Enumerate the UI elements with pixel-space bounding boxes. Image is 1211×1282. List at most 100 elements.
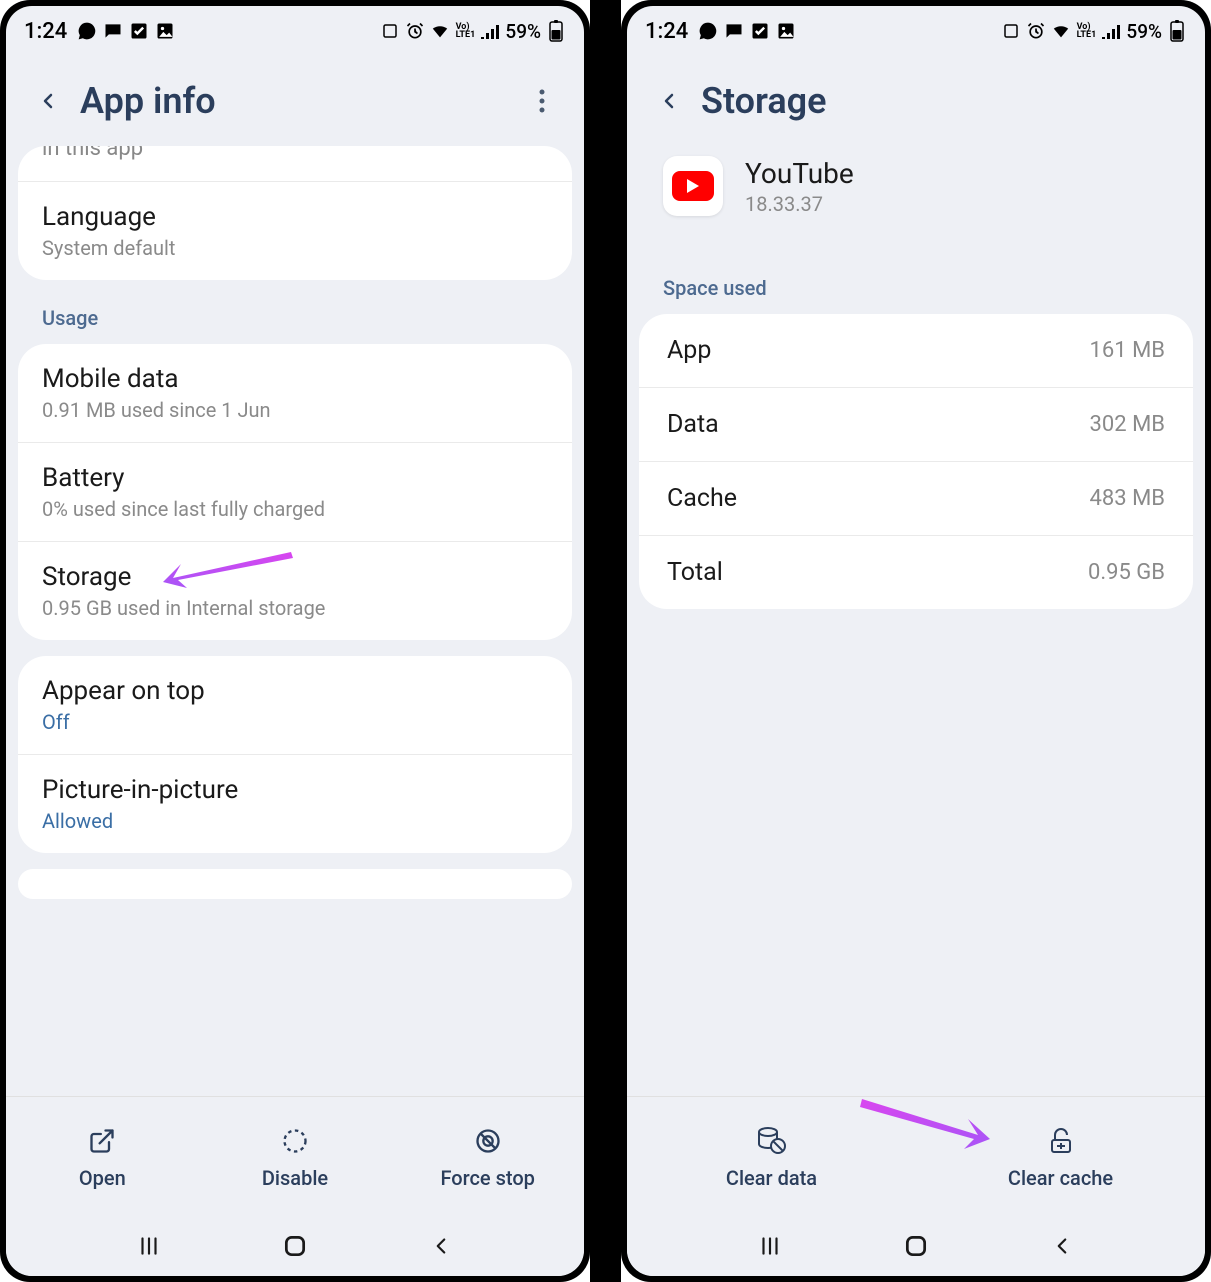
back-button[interactable] xyxy=(647,79,691,123)
row-val: 161 MB xyxy=(1090,338,1165,363)
wifi-icon xyxy=(1051,21,1071,41)
phone-right: 1:24 Vo)LTE1 59% xyxy=(621,0,1211,1282)
row-data: Data 302 MB xyxy=(639,387,1193,461)
status-bar: 1:24 Vo)LTE1 59% xyxy=(627,6,1205,56)
section-usage: Usage xyxy=(18,296,572,344)
battery-percent: 59% xyxy=(1126,20,1162,43)
chat-icon xyxy=(103,21,123,41)
page-title: App info xyxy=(80,80,216,122)
signal-icon xyxy=(1101,21,1121,41)
nav-bar xyxy=(627,1216,1205,1276)
nav-home[interactable] xyxy=(282,1233,308,1259)
item-title: Appear on top xyxy=(42,676,548,706)
back-button[interactable] xyxy=(26,79,70,123)
battery-icon xyxy=(1167,21,1187,41)
card-top: in this app Language System default xyxy=(18,146,572,280)
item-battery[interactable]: Battery 0% used since last fully charged xyxy=(18,442,572,541)
btn-label: Disable xyxy=(262,1166,328,1190)
status-time: 1:24 xyxy=(645,19,688,44)
pointer-arrow-icon xyxy=(860,1097,990,1152)
volte-icon: Vo)LTE1 xyxy=(1076,21,1096,41)
battery-icon xyxy=(546,21,566,41)
whatsapp-icon xyxy=(698,21,718,41)
btn-label: Clear data xyxy=(726,1166,817,1190)
space-list: App 161 MB Data 302 MB Cache 483 MB Tota… xyxy=(639,314,1193,609)
row-label: Data xyxy=(667,410,719,439)
item-storage[interactable]: Storage 0.95 GB used in Internal storage xyxy=(18,541,572,640)
row-val: 0.95 GB xyxy=(1088,560,1165,585)
item-title: Battery xyxy=(42,463,548,493)
item-mobile-data[interactable]: Mobile data 0.91 MB used since 1 Jun xyxy=(18,344,572,442)
row-label: App xyxy=(667,336,711,365)
more-button[interactable] xyxy=(520,79,564,123)
btn-label: Open xyxy=(79,1166,126,1190)
btn-label: Force stop xyxy=(440,1166,534,1190)
nfc-icon xyxy=(380,21,400,41)
item-appear-on-top[interactable]: Appear on top Off xyxy=(18,656,572,754)
row-val: 483 MB xyxy=(1090,486,1165,511)
card-usage: Mobile data 0.91 MB used since 1 Jun Bat… xyxy=(18,344,572,640)
nav-recents[interactable] xyxy=(757,1233,783,1259)
item-sub: Off xyxy=(42,710,548,734)
row-app: App 161 MB xyxy=(639,314,1193,387)
alarm-icon xyxy=(1026,21,1046,41)
section-space: Space used xyxy=(639,266,1193,314)
volte-icon: Vo)LTE1 xyxy=(455,21,475,41)
app-version: 18.33.37 xyxy=(745,192,854,216)
stop-icon xyxy=(474,1124,502,1158)
status-bar: 1:24 Vo)LTE1 59% xyxy=(6,6,584,56)
item-language[interactable]: Language System default xyxy=(18,181,572,280)
row-label: Total xyxy=(667,558,723,587)
item-sub: System default xyxy=(42,236,548,260)
chat-icon xyxy=(724,21,744,41)
nav-bar xyxy=(6,1216,584,1276)
row-cache: Cache 483 MB xyxy=(639,461,1193,535)
force-stop-button[interactable]: Force stop xyxy=(391,1097,584,1216)
battery-percent: 59% xyxy=(505,20,541,43)
page-title: Storage xyxy=(701,80,827,122)
nfc-icon xyxy=(1001,21,1021,41)
card-advanced: Appear on top Off Picture-in-picture All… xyxy=(18,656,572,853)
btn-label: Clear cache xyxy=(1008,1166,1113,1190)
app-name: YouTube xyxy=(745,157,854,190)
item-title: Mobile data xyxy=(42,364,548,394)
item-sub: 0.91 MB used since 1 Jun xyxy=(42,398,548,422)
gallery-icon xyxy=(776,21,796,41)
nav-back[interactable] xyxy=(428,1233,454,1259)
alarm-icon xyxy=(405,21,425,41)
item-sub: 0% used since last fully charged xyxy=(42,497,548,521)
whatsapp-icon xyxy=(77,21,97,41)
open-icon xyxy=(88,1124,116,1158)
status-time: 1:24 xyxy=(24,19,67,44)
check-icon xyxy=(750,21,770,41)
item-pip[interactable]: Picture-in-picture Allowed xyxy=(18,754,572,853)
item-title: Storage xyxy=(42,562,548,592)
item-sub: 0.95 GB used in Internal storage xyxy=(42,596,548,620)
nav-recents[interactable] xyxy=(136,1233,162,1259)
row-total: Total 0.95 GB xyxy=(639,535,1193,609)
row-val: 302 MB xyxy=(1090,412,1165,437)
phone-left: 1:24 Vo)LTE1 59% xyxy=(0,0,590,1282)
disable-button[interactable]: Disable xyxy=(199,1097,392,1216)
disable-icon xyxy=(281,1124,309,1158)
nav-home[interactable] xyxy=(903,1233,929,1259)
content-right: YouTube 18.33.37 Space used App 161 MB D… xyxy=(627,146,1205,1096)
header-right: Storage xyxy=(627,56,1205,146)
header-left: App info xyxy=(6,56,584,146)
row-label: Cache xyxy=(667,484,737,513)
youtube-icon xyxy=(663,156,723,216)
pointer-arrow-icon xyxy=(163,550,293,590)
content-left: in this app Language System default Usag… xyxy=(6,146,584,1096)
screen-left: 1:24 Vo)LTE1 59% xyxy=(6,6,584,1276)
cut-text: in this app xyxy=(18,146,572,171)
item-title: Picture-in-picture xyxy=(42,775,548,805)
check-icon xyxy=(129,21,149,41)
clear-data-icon xyxy=(756,1124,788,1158)
card-cut xyxy=(18,869,572,899)
signal-icon xyxy=(480,21,500,41)
wifi-icon xyxy=(430,21,450,41)
open-button[interactable]: Open xyxy=(6,1097,199,1216)
screen-right: 1:24 Vo)LTE1 59% xyxy=(627,6,1205,1276)
nav-back[interactable] xyxy=(1049,1233,1075,1259)
item-title: Language xyxy=(42,202,548,232)
